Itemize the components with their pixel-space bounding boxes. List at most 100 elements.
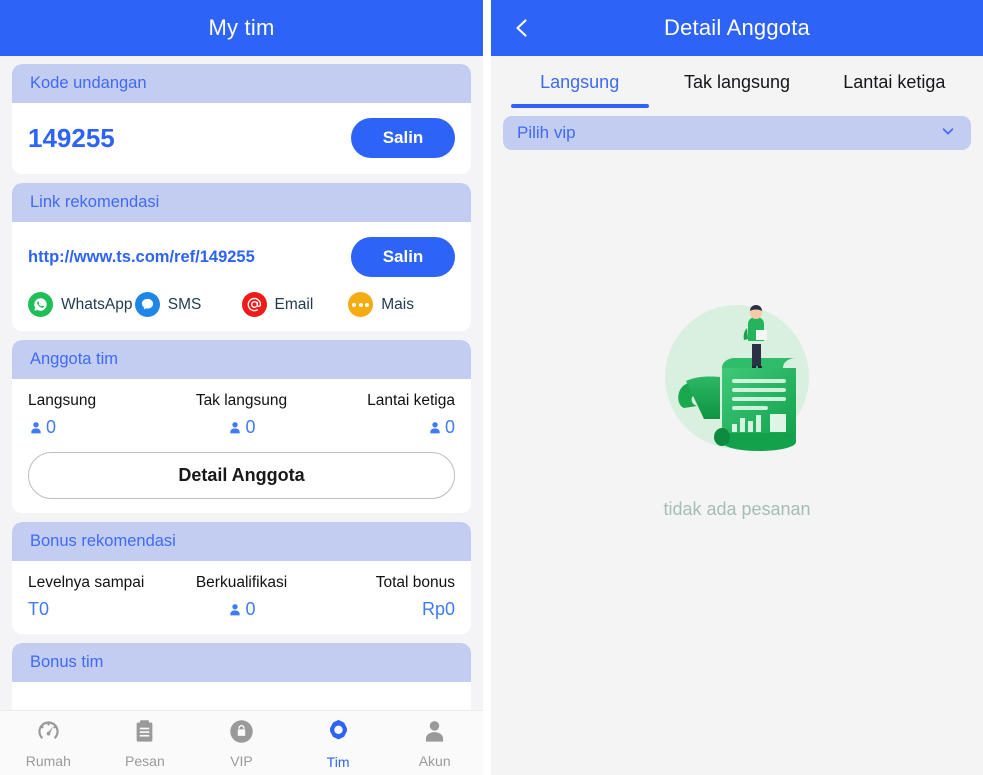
- copy-referral-link-button[interactable]: Salin: [351, 237, 455, 277]
- invite-code-card-header: Kode undangan: [12, 64, 471, 103]
- person-icon: [28, 420, 44, 436]
- stat-qualified-value-row: 0: [170, 599, 312, 620]
- share-whatsapp[interactable]: WhatsApp: [28, 292, 135, 317]
- nav-item-rumah-label: Rumah: [25, 752, 71, 769]
- team-members-card-title: Anggota tim: [30, 350, 119, 368]
- nav-item-pesan[interactable]: Pesan: [97, 711, 194, 775]
- invite-code-card: Kode undangan 149255 Salin: [12, 64, 471, 174]
- stat-total-bonus-label: Total bonus: [375, 574, 455, 591]
- team-members-card-body: Langsung 0 Tak langsung 0 Lantai ketiga …: [12, 379, 471, 513]
- team-bonus-card-header: Bonus tim: [12, 643, 471, 682]
- stat-total-bonus-value: Rp0: [421, 599, 455, 619]
- stat-total-bonus: Total bonus Rp0: [313, 574, 455, 620]
- stat-indirect-value-row: 0: [170, 417, 312, 438]
- stat-indirect-count: 0: [245, 417, 256, 437]
- stat-direct-value-row: 0: [28, 417, 170, 438]
- referral-bonus-card-body: Levelnya sampai T0 Berkualifikasi 0 Tota…: [12, 561, 471, 634]
- tab-langsung[interactable]: Langsung: [501, 56, 658, 108]
- invite-code-value: 149255: [28, 122, 115, 153]
- team-members-card-header: Anggota tim: [12, 340, 471, 379]
- stat-third-level: Lantai ketiga 0: [313, 392, 455, 438]
- share-sms-label: SMS: [167, 295, 202, 313]
- speedometer-icon: [35, 718, 62, 750]
- gear-icon: [324, 717, 353, 751]
- stat-level-value: T0: [28, 599, 50, 619]
- app-screen: My tim Kode undangan 149255 Salin Link r…: [0, 0, 983, 775]
- referral-bonus-card-header: Bonus rekomendasi: [12, 522, 471, 561]
- stat-level: Levelnya sampai T0: [28, 574, 170, 620]
- referral-link-card-title: Link rekomendasi: [30, 193, 160, 211]
- shopping-bag-icon: [228, 718, 255, 750]
- stat-qualified-count: 0: [245, 599, 256, 619]
- my-team-panel: My tim Kode undangan 149255 Salin Link r…: [0, 0, 483, 775]
- left-appbar: My tim: [0, 0, 483, 56]
- nav-item-vip[interactable]: VIP: [193, 711, 290, 775]
- nav-item-akun[interactable]: Akun: [386, 711, 483, 775]
- team-bonus-card-title: Bonus tim: [30, 653, 104, 671]
- referral-bonus-card: Bonus rekomendasi Levelnya sampai T0 Ber…: [12, 522, 471, 634]
- share-more-label: Mais: [381, 295, 414, 313]
- chevron-left-icon[interactable]: [509, 15, 535, 41]
- empty-state-text: tidak ada pesanan: [663, 499, 811, 519]
- person-icon: [421, 718, 448, 750]
- nav-item-rumah[interactable]: Rumah: [0, 711, 97, 775]
- more-icon: [348, 292, 374, 317]
- stat-indirect: Tak langsung 0: [170, 392, 312, 438]
- nav-item-tim-label: Tim: [326, 753, 350, 770]
- referral-link-card: Link rekomendasi http://www.ts.com/ref/1…: [12, 183, 471, 331]
- panel-divider: [483, 0, 491, 775]
- share-sms[interactable]: SMS: [134, 292, 242, 317]
- stat-total-bonus-value-row: Rp0: [313, 599, 455, 620]
- tab-tak-langsung[interactable]: Tak langsung: [658, 56, 815, 108]
- person-icon: [427, 420, 443, 436]
- referral-link-row: http://www.ts.com/ref/149255 Salin: [28, 235, 455, 279]
- team-members-card: Anggota tim Langsung 0 Tak langsung 0 La…: [12, 340, 471, 513]
- share-email[interactable]: Email: [241, 292, 349, 317]
- nav-item-akun-label: Akun: [418, 752, 451, 769]
- stat-direct-count: 0: [46, 417, 57, 437]
- stat-third-level-value-row: 0: [313, 417, 455, 438]
- my-team-content: Kode undangan 149255 Salin Link rekomend…: [0, 56, 483, 710]
- share-more[interactable]: Mais: [348, 292, 455, 317]
- email-icon: [241, 292, 267, 317]
- sms-icon: [134, 292, 160, 317]
- person-on-scroll-illustration: [642, 282, 832, 477]
- share-email-label: Email: [274, 295, 314, 313]
- whatsapp-icon: [28, 292, 53, 317]
- stat-level-label: Levelnya sampai: [28, 574, 145, 591]
- share-options-row: WhatsApp SMS Email Mais: [28, 292, 455, 317]
- team-members-stats: Langsung 0 Tak langsung 0 Lantai ketiga …: [28, 392, 455, 438]
- tab-lantai-ketiga[interactable]: Lantai ketiga: [816, 56, 973, 108]
- bottom-navigation: Rumah Pesan VIP Tim Akun: [0, 710, 483, 775]
- referral-bonus-stats: Levelnya sampai T0 Berkualifikasi 0 Tota…: [28, 574, 455, 620]
- vip-select-value: Pilih vip: [517, 123, 576, 142]
- stat-indirect-label: Tak langsung: [195, 392, 288, 409]
- vip-filter-wrap: Pilih vip: [491, 108, 983, 150]
- vip-select[interactable]: Pilih vip: [503, 116, 971, 150]
- stat-third-level-label: Lantai ketiga: [367, 392, 455, 409]
- stat-third-level-count: 0: [444, 417, 455, 437]
- right-appbar: Detail Anggota: [491, 0, 983, 56]
- stat-level-value-row: T0: [28, 599, 170, 620]
- stat-qualified: Berkualifikasi 0: [170, 574, 312, 620]
- clipboard-icon: [131, 718, 158, 750]
- stat-direct: Langsung 0: [28, 392, 170, 438]
- nav-item-vip-label: VIP: [230, 752, 253, 769]
- copy-invite-code-button[interactable]: Salin: [351, 118, 455, 158]
- invite-code-row: 149255 Salin: [28, 116, 455, 160]
- person-icon: [227, 602, 243, 618]
- member-detail-button[interactable]: Detail Anggota: [28, 452, 455, 499]
- referral-bonus-card-title: Bonus rekomendasi: [30, 532, 176, 550]
- person-icon: [227, 420, 243, 436]
- member-detail-tabs: Langsung Tak langsung Lantai ketiga: [491, 56, 983, 108]
- empty-state: tidak ada pesanan: [491, 282, 983, 520]
- share-whatsapp-label: WhatsApp: [61, 295, 133, 313]
- member-detail-title: Detail Anggota: [664, 15, 810, 40]
- referral-link-value[interactable]: http://www.ts.com/ref/149255: [28, 248, 255, 267]
- chevron-down-icon: [939, 122, 957, 145]
- nav-item-pesan-label: Pesan: [125, 752, 165, 769]
- stat-direct-label: Langsung: [28, 392, 97, 409]
- nav-item-tim[interactable]: Tim: [290, 711, 387, 775]
- page-title: My tim: [208, 15, 275, 40]
- stat-qualified-label: Berkualifikasi: [195, 574, 288, 591]
